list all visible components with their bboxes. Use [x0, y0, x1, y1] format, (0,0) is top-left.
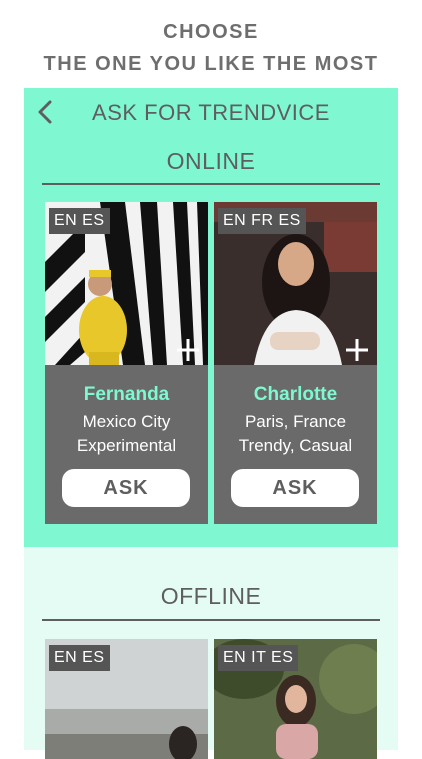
stylist-photo: EN ES	[45, 202, 208, 365]
stylist-style: Experimental	[76, 436, 177, 455]
online-section-title: ONLINE	[166, 148, 256, 174]
language-badge: EN ES	[49, 208, 110, 234]
offline-panel: OFFLINE EN ES EN IT ES	[24, 547, 398, 759]
language-badge: EN IT ES	[218, 645, 299, 671]
add-button[interactable]	[345, 338, 369, 362]
offline-stylist-card[interactable]: EN ES	[45, 639, 208, 759]
offline-stylist-card[interactable]: EN IT ES	[214, 639, 377, 759]
online-panel: ASK FOR TRENDVICE ONLINE EN ES Fernanda …	[24, 88, 398, 547]
app-title: ASK FOR TRENDVICE	[92, 100, 330, 125]
language-badge: EN FR ES	[218, 208, 306, 234]
stylist-card-fernanda[interactable]: EN ES Fernanda Mexico City Experimental …	[45, 202, 208, 524]
online-divider	[42, 183, 380, 185]
ask-button[interactable]: ASK	[62, 469, 190, 507]
stylist-name: Charlotte	[253, 384, 338, 405]
stylist-location: Mexico City	[82, 412, 171, 431]
stylist-name: Fernanda	[83, 384, 170, 405]
stylist-card-charlotte[interactable]: EN FR ES Charlotte Paris, France Trendy,…	[214, 202, 377, 524]
stylist-location: Paris, France	[244, 412, 347, 431]
plus-icon	[346, 339, 368, 361]
offline-divider	[42, 619, 380, 621]
language-badge: EN ES	[49, 645, 110, 671]
headline: CHOOSE THE ONE YOU LIKE THE MOST	[0, 16, 422, 80]
add-button[interactable]	[176, 338, 200, 362]
stylist-style: Trendy, Casual	[238, 436, 353, 455]
stylist-photo: EN FR ES	[214, 202, 377, 365]
plus-icon	[177, 339, 199, 361]
offline-section-title: OFFLINE	[160, 583, 262, 609]
headline-line-1: CHOOSE	[163, 21, 259, 43]
headline-line-2: THE ONE YOU LIKE THE MOST	[43, 53, 379, 75]
ask-button[interactable]: ASK	[231, 469, 359, 507]
